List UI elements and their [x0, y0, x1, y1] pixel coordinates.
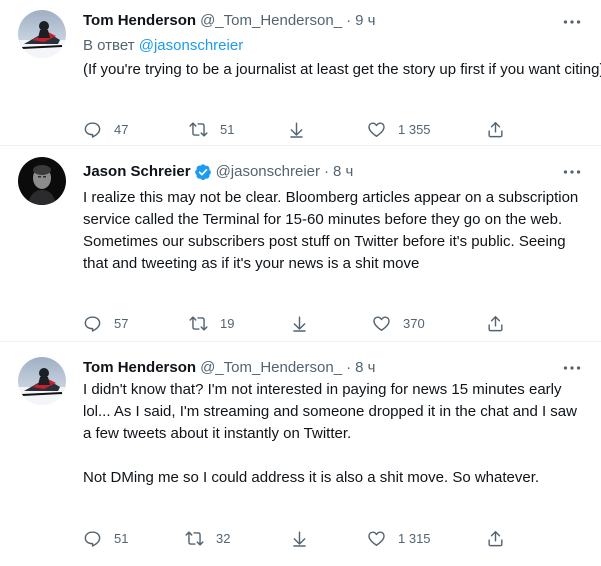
share-icon: [290, 529, 309, 548]
more-icon[interactable]: [561, 163, 583, 181]
verified-badge-icon: [194, 163, 212, 181]
like-count: 1 315: [398, 530, 431, 546]
author-name[interactable]: Tom Henderson: [83, 357, 196, 379]
share-icon: [287, 120, 306, 139]
like-button[interactable]: 370: [372, 310, 425, 336]
reply-button[interactable]: 57: [83, 310, 128, 336]
separator-dot: ·: [324, 163, 329, 180]
reply-count: 57: [114, 315, 129, 331]
heart-icon: [367, 529, 386, 548]
reply-count: 51: [114, 530, 129, 546]
separator-dot: ·: [346, 12, 352, 29]
tweet-actions: 57 19 370: [0, 310, 601, 336]
timestamp[interactable]: 8 ч: [333, 161, 353, 183]
tweet[interactable]: Tom Henderson @_Tom_Henderson_ · 9 ч В о…: [0, 0, 601, 146]
share-icon: [290, 314, 309, 333]
share-via-button[interactable]: [290, 310, 309, 336]
tweet-actions: 51 32 1 315: [0, 525, 601, 551]
tweet[interactable]: Jason Schreier @jasonschreier · 8 ч I re…: [0, 146, 601, 342]
share-via-button[interactable]: [287, 116, 306, 142]
like-count: 370: [403, 315, 425, 331]
reply-icon: [83, 314, 102, 333]
timestamp[interactable]: 9 ч: [355, 10, 375, 32]
reply-count: 47: [114, 121, 129, 137]
tweet-text: I didn't know that? I'm not interested i…: [83, 381, 577, 486]
portrait-avatar-image: [18, 157, 66, 205]
timestamp[interactable]: 8 ч: [355, 357, 375, 379]
reply-icon: [83, 529, 102, 548]
reply-button[interactable]: 51: [83, 525, 128, 551]
like-button[interactable]: 1 355: [367, 116, 431, 142]
author-handle[interactable]: @_Tom_Henderson_: [200, 10, 342, 32]
upload-icon: [486, 314, 505, 333]
reply-to-link[interactable]: @jasonschreier: [139, 37, 243, 54]
tweet-text: (If you're trying to be a journalist at …: [83, 61, 601, 78]
heart-icon: [372, 314, 391, 333]
upload-button[interactable]: [486, 116, 505, 142]
reply-button[interactable]: 47: [83, 116, 128, 142]
heart-icon: [367, 120, 386, 139]
tweet-header: Tom Henderson @_Tom_Henderson_ · 8 ч: [83, 357, 375, 379]
tweet-header: Jason Schreier @jasonschreier · 8 ч: [83, 161, 353, 183]
author-name[interactable]: Jason Schreier: [83, 161, 191, 183]
reply-prefix: В ответ: [83, 37, 135, 54]
more-icon[interactable]: [561, 13, 583, 31]
share-via-button[interactable]: [290, 525, 309, 551]
reply-icon: [83, 120, 102, 139]
avatar[interactable]: [18, 157, 66, 205]
like-button[interactable]: 1 315: [367, 525, 431, 551]
retweet-icon: [189, 314, 208, 333]
snowmobile-avatar-image: [18, 357, 66, 405]
upload-icon: [486, 120, 505, 139]
retweet-icon: [185, 529, 204, 548]
upload-icon: [486, 529, 505, 548]
author-name[interactable]: Tom Henderson: [83, 10, 196, 32]
author-handle[interactable]: @jasonschreier: [216, 161, 320, 183]
tweet-actions: 47 51 1 355: [0, 116, 601, 142]
retweet-button[interactable]: 51: [189, 116, 234, 142]
retweet-button[interactable]: 32: [185, 525, 230, 551]
separator-dot: ·: [346, 359, 352, 376]
retweet-icon: [189, 120, 208, 139]
upload-button[interactable]: [486, 525, 505, 551]
avatar[interactable]: [18, 10, 66, 58]
author-handle[interactable]: @_Tom_Henderson_: [200, 357, 342, 379]
more-icon[interactable]: [561, 359, 583, 377]
retweet-count: 19: [220, 315, 235, 331]
upload-button[interactable]: [486, 310, 505, 336]
tweet-text: I realize this may not be clear. Bloombe…: [83, 189, 583, 272]
reply-context: В ответ @jasonschreier: [83, 35, 243, 57]
retweet-count: 51: [220, 121, 235, 137]
like-count: 1 355: [398, 121, 431, 137]
retweet-count: 32: [216, 530, 231, 546]
retweet-button[interactable]: 19: [189, 310, 234, 336]
tweet[interactable]: Tom Henderson @_Tom_Henderson_ · 8 ч I d…: [0, 342, 601, 566]
avatar[interactable]: [18, 357, 66, 405]
tweet-header: Tom Henderson @_Tom_Henderson_ · 9 ч: [83, 10, 375, 32]
snowmobile-avatar-image: [18, 10, 66, 58]
